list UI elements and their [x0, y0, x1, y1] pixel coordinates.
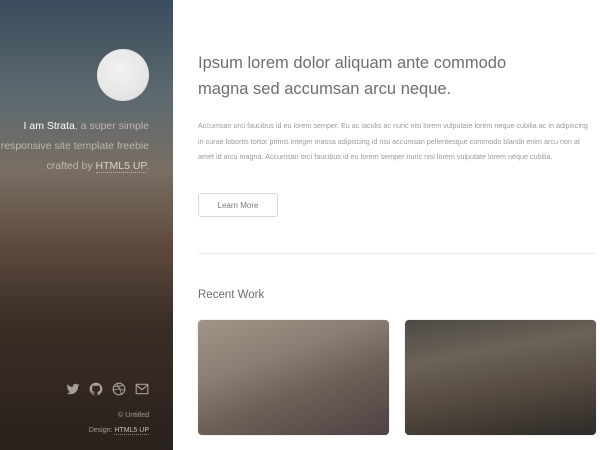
avatar[interactable] — [97, 49, 149, 101]
design-link[interactable]: HTML5 UP — [114, 427, 149, 435]
github-icon[interactable] — [89, 382, 103, 396]
html5up-link[interactable]: HTML5 UP — [95, 160, 147, 173]
learn-more-button[interactable]: Learn More — [198, 193, 278, 217]
intro-name: I am Strata — [23, 120, 75, 132]
envelope-icon[interactable] — [135, 382, 149, 396]
sidebar-intro: I am Strata, a super simple responsive s… — [0, 116, 149, 176]
design-credit: Design: HTML5 UP — [89, 423, 149, 438]
dribbble-icon[interactable] — [112, 382, 126, 396]
design-prefix: Design: — [88, 427, 115, 434]
main-content: Ipsum lorem dolor aliquam ante commodo m… — [173, 0, 600, 450]
headline-line-2: magna sed accumsan arcu neque. — [198, 80, 452, 98]
sidebar: I am Strata, a super simple responsive s… — [0, 0, 173, 450]
work-thumbnail-1[interactable] — [198, 320, 389, 435]
copyright: © Untitled Design: HTML5 UP — [89, 408, 149, 438]
intro-paragraph: Accumsan orci faucibus id eu lorem sempe… — [198, 121, 588, 161]
copyright-text: © Untitled — [118, 412, 149, 419]
headline-line-1: Ipsum lorem dolor aliquam ante commodo — [198, 54, 507, 72]
recent-work-title: Recent Work — [198, 289, 265, 301]
twitter-icon[interactable] — [66, 382, 80, 396]
intro-end: . — [146, 160, 149, 172]
work-thumbnail-2[interactable] — [405, 320, 596, 435]
social-icons — [66, 382, 149, 396]
page-headline: Ipsum lorem dolor aliquam ante commodo m… — [198, 50, 578, 102]
section-divider — [198, 253, 596, 254]
